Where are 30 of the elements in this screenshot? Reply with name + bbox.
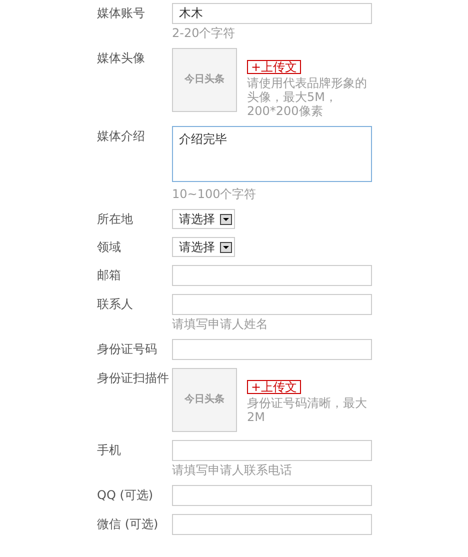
field-label: 邮箱 xyxy=(97,267,122,284)
text-field[interactable]: 木木 xyxy=(172,3,372,24)
text-field[interactable] xyxy=(172,265,372,286)
field-hint: 2-20个字符 xyxy=(172,26,236,40)
text-field[interactable] xyxy=(172,294,372,315)
field-label: 领域 xyxy=(97,239,122,256)
dropdown[interactable]: 请选择 xyxy=(172,209,235,229)
dropdown[interactable]: 请选择 xyxy=(172,237,235,257)
field-hint: 请填写申请人联系电话 xyxy=(172,463,293,477)
text-area[interactable]: 介绍完毕 xyxy=(172,126,372,182)
text-field[interactable] xyxy=(172,514,372,535)
text-field[interactable] xyxy=(172,485,372,506)
upload-button[interactable]: +上传文 xyxy=(247,60,302,74)
upload-button[interactable]: +上传文 xyxy=(247,380,302,394)
field-label: 手机 xyxy=(97,442,122,459)
field-label: 微信 (可选) xyxy=(97,516,160,533)
field-hint: 请填写申请人姓名 xyxy=(172,317,269,331)
field-label: 媒体介绍 xyxy=(97,128,146,145)
upload-hint: 请使用代表品牌形象的头像，最大5M，200*200像素 xyxy=(247,76,368,118)
text-field[interactable] xyxy=(172,440,372,461)
field-hint: 10~100个字符 xyxy=(172,187,258,201)
field-label: 媒体账号 xyxy=(97,5,146,22)
text-field[interactable] xyxy=(172,339,372,360)
field-label: 联系人 xyxy=(97,296,134,313)
field-label: 媒体头像 xyxy=(97,50,146,67)
upload-hint: 身份证号码清晰，最大2M xyxy=(247,396,368,424)
field-label: QQ (可选) xyxy=(97,487,154,504)
field-label: 身份证扫描件 xyxy=(97,370,170,387)
field-label: 所在地 xyxy=(97,211,134,228)
field-label: 身份证号码 xyxy=(97,341,158,358)
